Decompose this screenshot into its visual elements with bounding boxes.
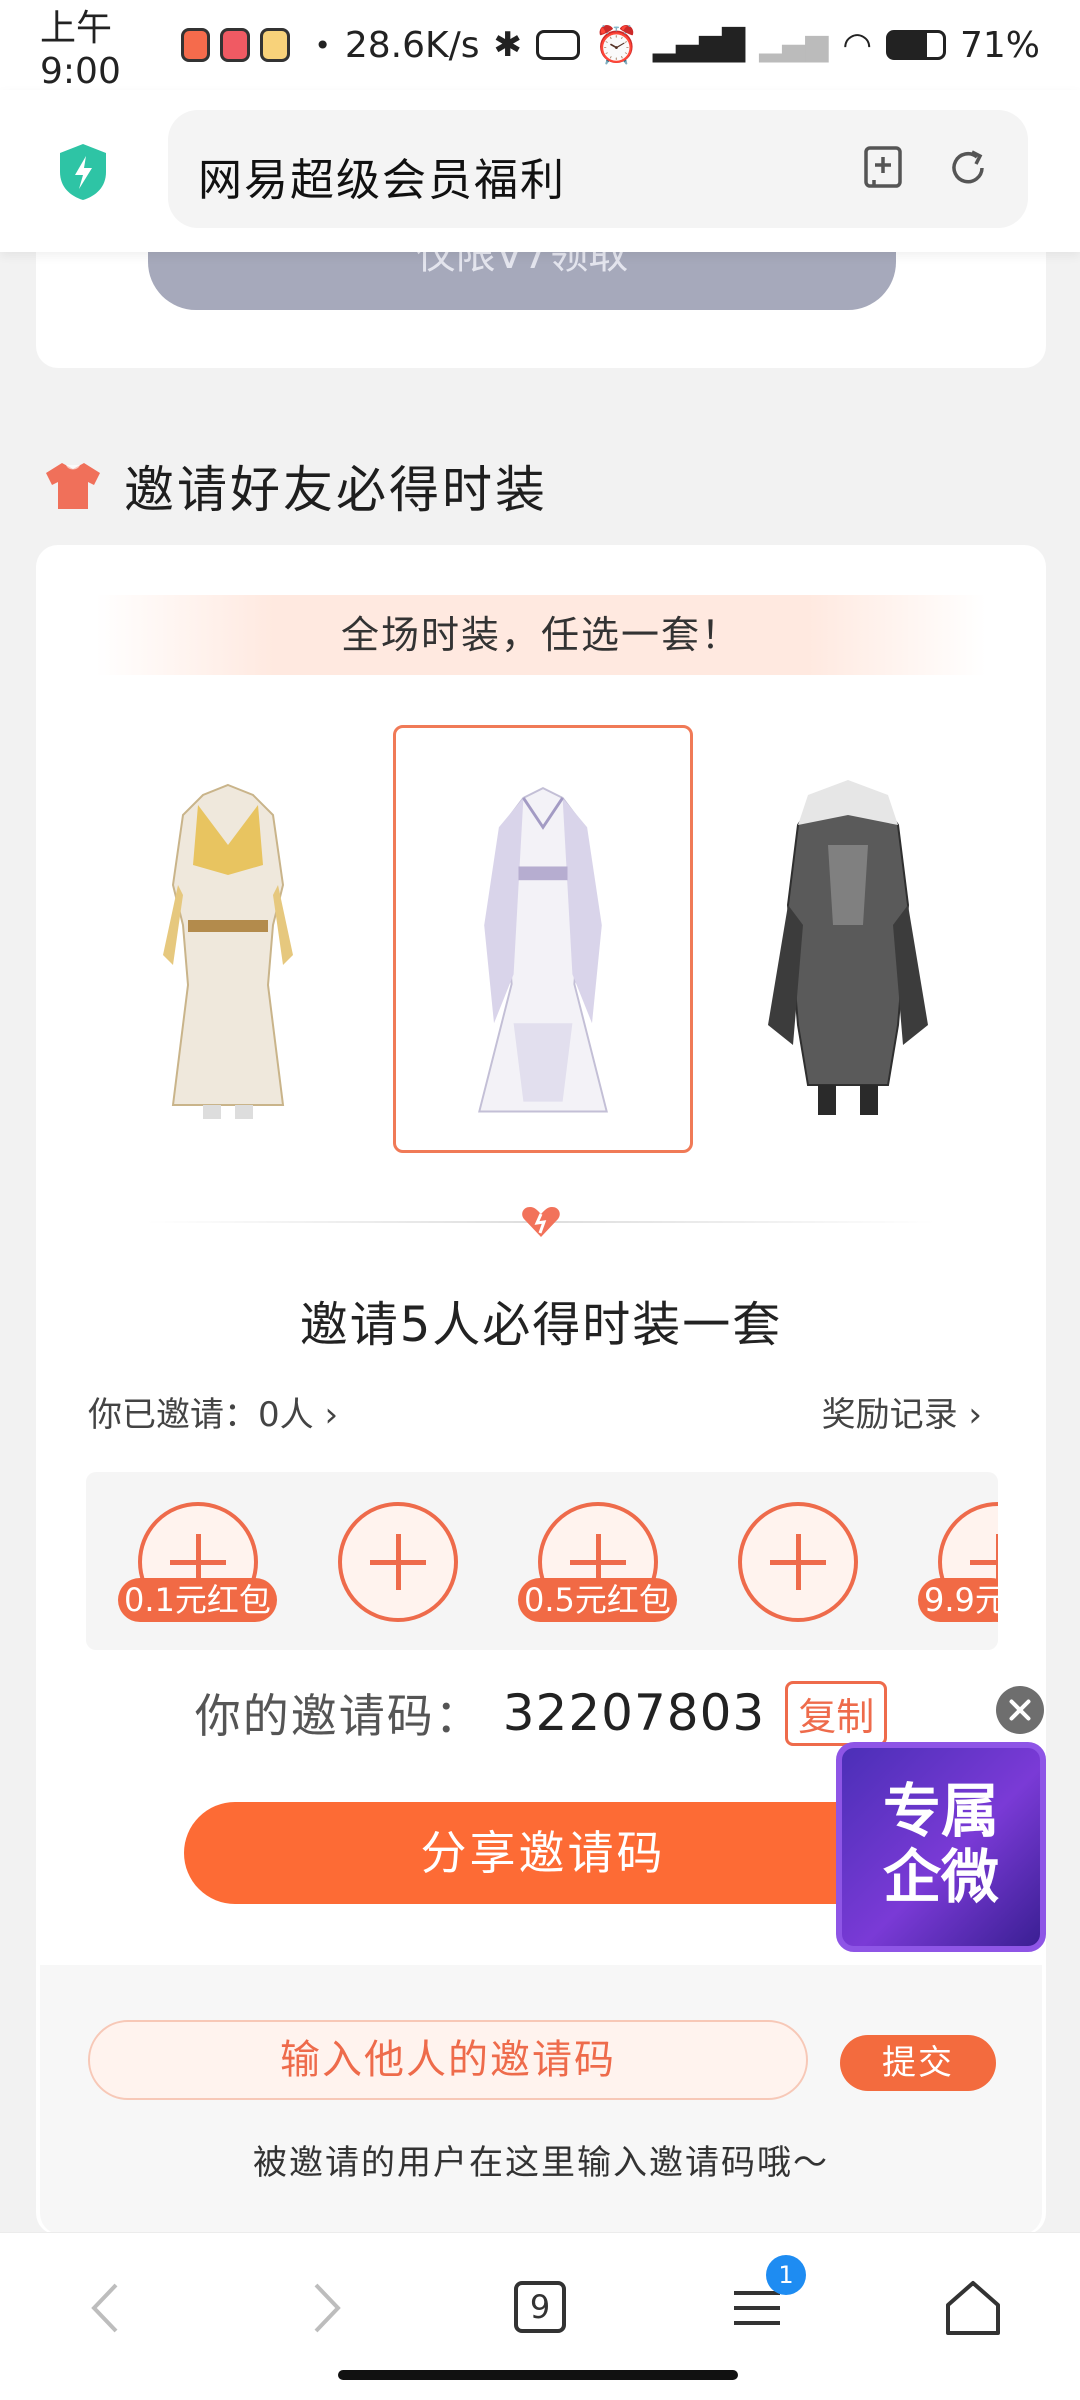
alarm-icon: ⏰	[593, 25, 639, 66]
tabs-count: 9	[514, 2281, 566, 2333]
invite-slots: 0.1元红包 0.5元红包 9.9元	[86, 1472, 998, 1650]
invite-code-label: 你的邀请码：	[194, 1689, 483, 1743]
copy-button[interactable]: 复制	[785, 1680, 888, 1746]
browser-address-bar: 网易超级会员福利	[0, 90, 1080, 252]
invite-code-input[interactable]	[88, 2020, 808, 2100]
page-title[interactable]: 网易超级会员福利	[198, 144, 566, 208]
more-notifications-dot-icon: •	[314, 28, 331, 62]
menu-button[interactable]: 1	[722, 2255, 806, 2343]
invite-code-row: 你的邀请码： 32207803 复制	[36, 1680, 1046, 1746]
reward-tag: 9.9元	[918, 1578, 998, 1622]
invite-slot[interactable]	[338, 1502, 458, 1622]
url-box[interactable]: 网易超级会员福利	[168, 110, 1028, 228]
wecom-line1: 专属	[882, 1777, 999, 1845]
outfit-option-selected[interactable]	[393, 725, 693, 1153]
notification-app-icon	[180, 28, 211, 62]
chevron-right-icon: ›	[324, 1395, 339, 1435]
battery-percent: 71%	[959, 24, 1040, 66]
security-shield-icon[interactable]	[56, 142, 110, 202]
wecom-line2: 企微	[882, 1843, 999, 1911]
share-code-button[interactable]: 分享邀请码	[184, 1802, 902, 1904]
heart-icon	[522, 1207, 560, 1237]
signal-icon: ▂▄▆█	[652, 27, 746, 63]
reward-records-label: 奖励记录	[821, 1395, 958, 1435]
home-indicator	[338, 2370, 738, 2380]
notification-app-icon	[260, 28, 291, 62]
refresh-icon[interactable]	[944, 144, 992, 192]
wecom-floating-button[interactable]: 专属 企微	[836, 1742, 1046, 1952]
section-title: 邀请好友必得时装	[124, 461, 548, 519]
close-floating-icon[interactable]	[996, 1686, 1044, 1734]
invited-count-link[interactable]: 你已邀请：0人 ›	[88, 1387, 338, 1436]
network-speed: 28.6K/s	[344, 24, 480, 66]
submit-button[interactable]: 提交	[840, 2035, 996, 2091]
status-time: 上午9:00	[40, 7, 121, 92]
invite-card: 全场时装，任选一套！ 邀请5人必得时装一套 你已邀请：0人 › 奖励记录 › 0…	[36, 545, 1046, 2235]
section-header: 邀请好友必得时装	[44, 450, 548, 522]
tabs-button[interactable]: 9	[506, 2273, 576, 2343]
bluetooth-icon: ✱	[493, 25, 522, 65]
wifi-icon: ◠	[842, 25, 872, 65]
status-bar: 上午9:00 • 28.6K/s ✱ ⏰ ▂▄▆█ ▂▄▆ ◠ 71%	[0, 0, 1080, 92]
signal-2-icon: ▂▄▆	[759, 27, 829, 63]
forward-icon[interactable]	[290, 2273, 360, 2343]
promo-banner: 全场时装，任选一套！	[96, 595, 986, 675]
outfit-image	[478, 786, 608, 1113]
chevron-right-icon: ›	[968, 1395, 982, 1435]
add-bookmark-icon[interactable]	[860, 144, 908, 192]
menu-badge: 1	[766, 2255, 806, 2295]
invite-slot[interactable]	[738, 1502, 858, 1622]
code-entry-hint: 被邀请的用户在这里输入邀请码哦～	[253, 2143, 829, 2183]
outfit-option[interactable]	[698, 725, 998, 1153]
invited-count-label: 你已邀请：0人	[88, 1395, 314, 1435]
reward-tag: 0.5元红包	[518, 1578, 677, 1622]
invite-headline: 邀请5人必得时装一套	[299, 1297, 783, 1353]
tshirt-icon	[46, 463, 100, 509]
code-entry-panel: 提交 被邀请的用户在这里输入邀请码哦～	[40, 1965, 1042, 2235]
battery-icon	[885, 30, 946, 60]
vibrate-icon	[535, 30, 580, 60]
invite-code-value: 32207803	[502, 1684, 766, 1742]
outfit-option[interactable]	[78, 725, 378, 1153]
back-icon[interactable]	[72, 2273, 142, 2343]
reward-records-link[interactable]: 奖励记录 ›	[822, 1387, 982, 1436]
notification-app-icon	[220, 28, 251, 62]
home-icon[interactable]	[938, 2273, 1008, 2343]
reward-tag: 0.1元红包	[118, 1578, 277, 1622]
